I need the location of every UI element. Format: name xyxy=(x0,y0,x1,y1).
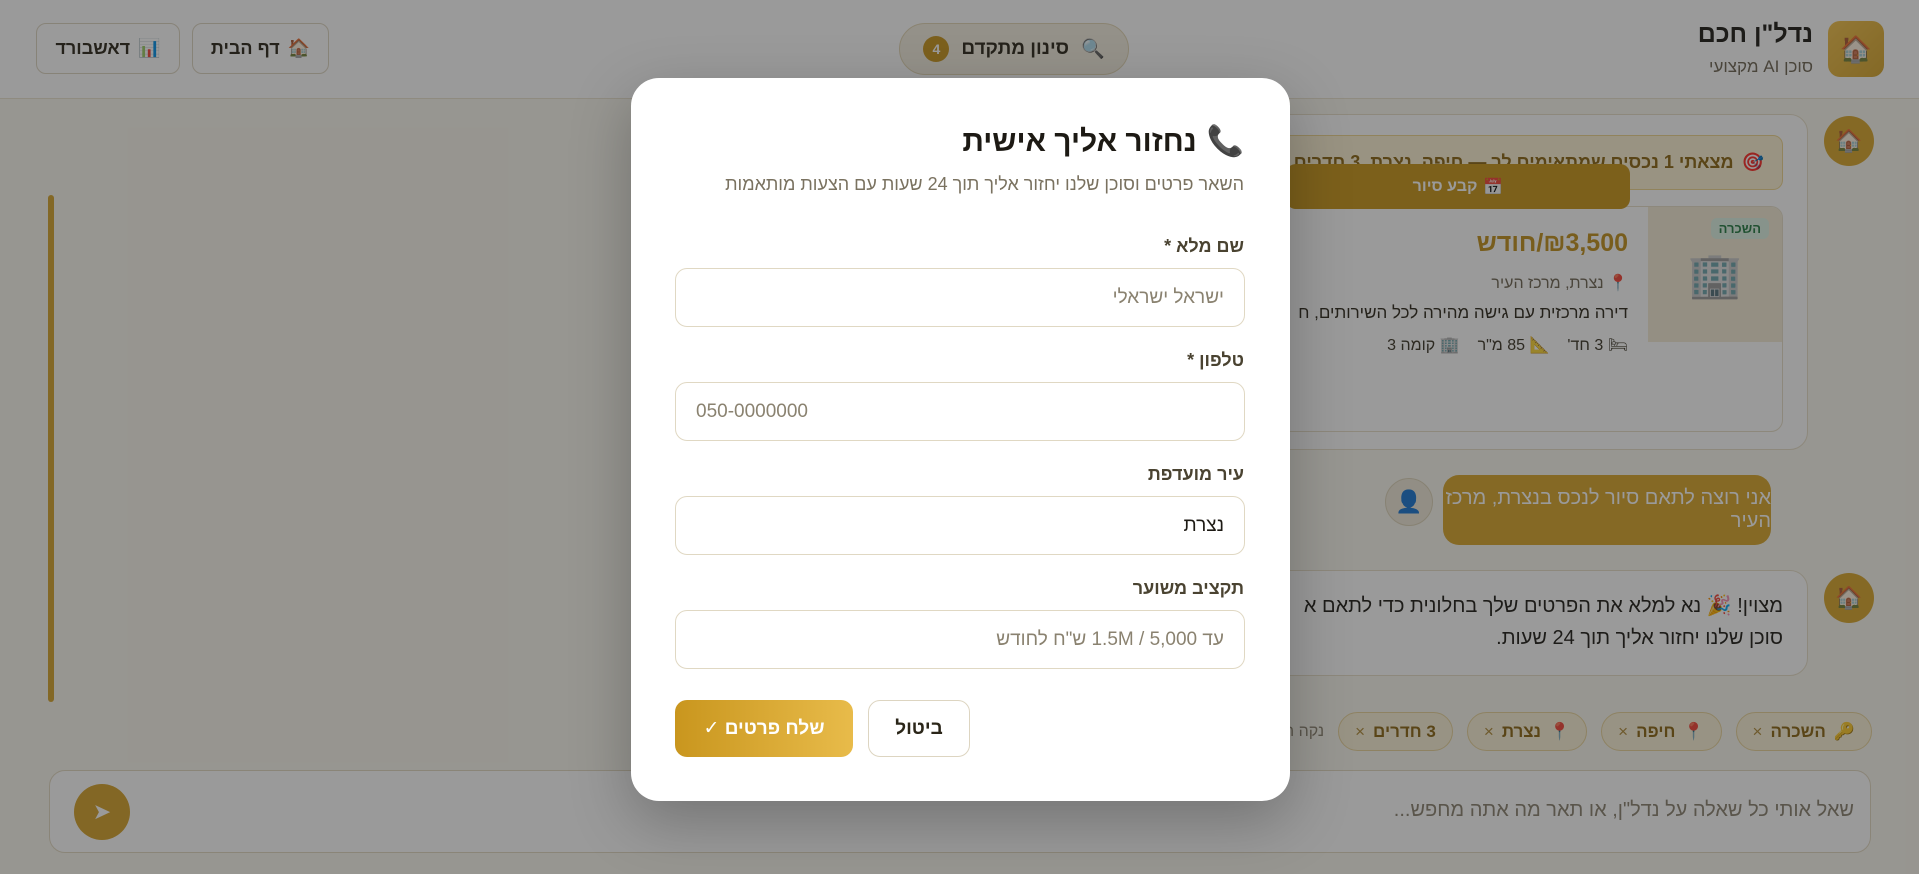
preferred-city-input[interactable] xyxy=(675,496,1245,555)
full-name-input[interactable] xyxy=(675,268,1245,327)
phone-input[interactable] xyxy=(675,382,1245,441)
budget-input[interactable] xyxy=(675,610,1245,669)
preferred-city-label: עיר מועדפת xyxy=(1147,464,1244,484)
modal-subtitle: השאר פרטים וסוכן שלנו יחזור אליך תוך 24 … xyxy=(725,174,1244,194)
callback-modal: 📞 נחזור אליך אישית השאר פרטים וסוכן שלנו… xyxy=(631,78,1290,801)
full-name-label: שם מלא * xyxy=(1164,236,1244,256)
phone-label: טלפון * xyxy=(1187,350,1244,370)
cancel-button[interactable]: ביטול xyxy=(868,700,970,757)
submit-details-button[interactable]: שלח פרטים ✓ xyxy=(675,700,853,757)
modal-title: 📞 נחזור אליך אישית xyxy=(962,124,1244,159)
modal-title-text: נחזור אליך אישית xyxy=(962,124,1197,158)
phone-icon: 📞 xyxy=(1206,125,1244,158)
budget-label: תקציב משוער xyxy=(1132,578,1244,598)
